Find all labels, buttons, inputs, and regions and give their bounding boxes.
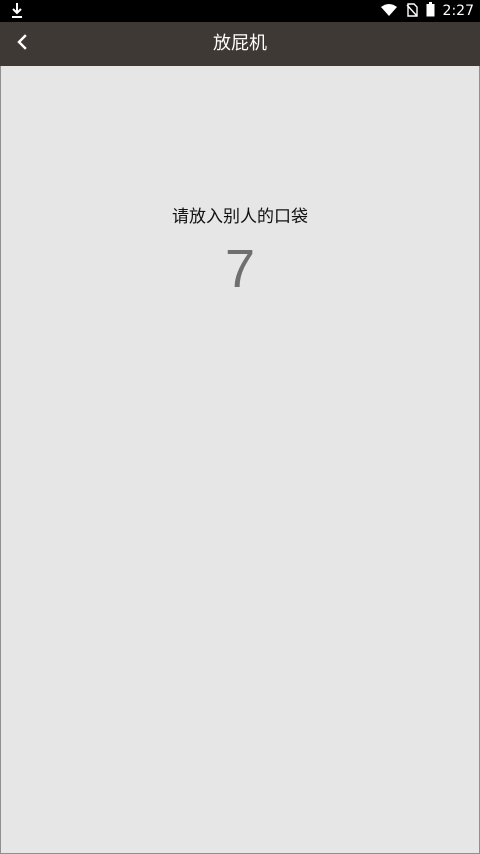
battery-icon [426, 1, 435, 21]
status-bar: 2:27 [0, 0, 480, 22]
countdown-number: 7 [224, 239, 256, 299]
main-content: 请放入别人的口袋 7 [0, 66, 480, 854]
app-title: 放屁机 [213, 33, 267, 54]
download-icon [10, 2, 24, 20]
status-time: 2:27 [442, 3, 474, 19]
instruction-text: 请放入别人的口袋 [172, 207, 308, 227]
wifi-icon [380, 2, 398, 21]
no-sim-icon [406, 2, 418, 21]
app-bar: 放屁机 [0, 22, 480, 66]
status-icons: 2:27 [380, 0, 474, 22]
